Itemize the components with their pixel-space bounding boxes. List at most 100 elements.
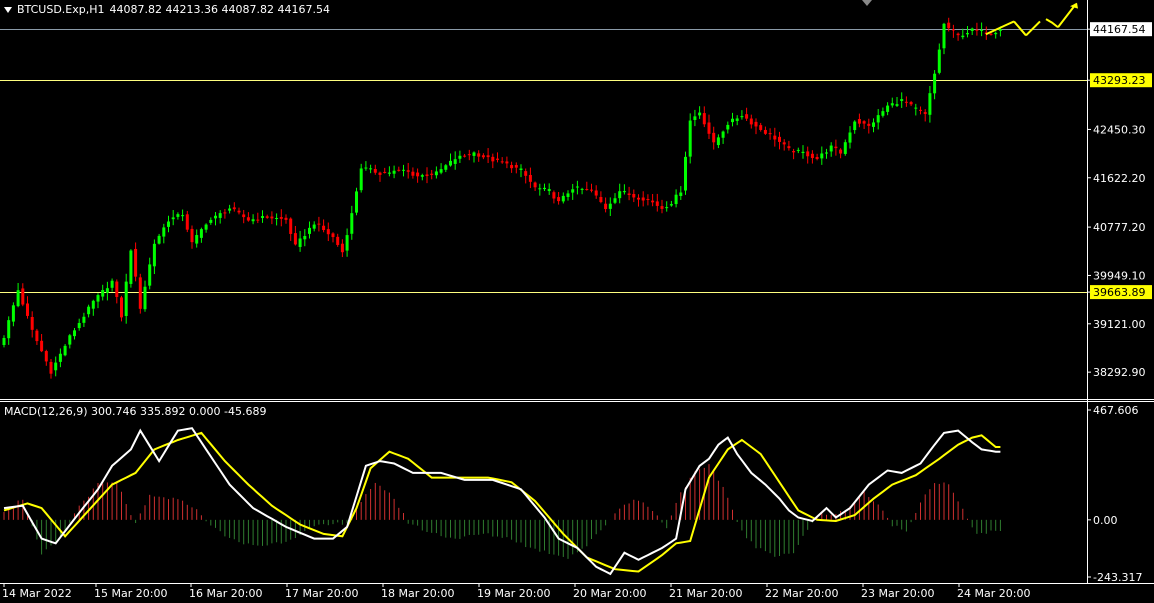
chevron-down-icon[interactable]	[4, 6, 12, 13]
candle-bear	[30, 316, 34, 330]
candle-bull	[575, 186, 579, 188]
candle-bear	[641, 197, 645, 201]
macd-tick-label: 467.606	[1093, 404, 1139, 417]
candle-bear	[326, 229, 330, 235]
candle-bull	[853, 121, 857, 131]
time-tick-label: 15 Mar 20:00	[94, 587, 167, 600]
candle-bear	[467, 154, 471, 156]
candle-bear	[237, 210, 241, 213]
candle-bull	[195, 235, 199, 244]
candle-bull	[820, 153, 824, 159]
candle-bull	[152, 243, 156, 267]
candle-bear	[754, 121, 758, 127]
candle-bull	[580, 188, 584, 190]
candle-bear	[759, 125, 763, 130]
candle-bull	[209, 219, 213, 223]
candle-bull	[54, 362, 58, 371]
candle-bear	[49, 361, 53, 374]
candle-bear	[496, 158, 499, 160]
candle-bear	[514, 165, 518, 168]
candle-bull	[214, 215, 217, 219]
candle-bull	[980, 29, 984, 31]
candle-bear	[223, 212, 227, 214]
candle-bull	[303, 236, 307, 240]
candle-bear	[923, 112, 927, 114]
candle-bull	[721, 131, 725, 138]
candle-bull	[105, 288, 109, 293]
candle-bull	[998, 29, 1002, 31]
candle-bear	[947, 22, 951, 29]
candle-bull	[124, 281, 128, 317]
candle-bear	[331, 233, 335, 238]
candle-bear	[590, 189, 593, 191]
candle-bull	[261, 216, 264, 218]
chart-shift-marker-icon[interactable]	[862, 0, 872, 6]
candle-bull	[2, 337, 6, 346]
candle-bear	[646, 198, 650, 200]
candle-bull	[796, 149, 800, 151]
candle-bull	[698, 112, 702, 116]
candle-bull	[355, 191, 358, 213]
candle-bear	[510, 165, 514, 169]
time-tick-label: 23 Mar 20:00	[861, 587, 934, 600]
candle-bear	[477, 153, 481, 157]
candle-bear	[712, 132, 716, 143]
candle-bear	[919, 109, 922, 111]
time-tick-label: 18 Mar 20:00	[381, 587, 454, 600]
candle-bull	[618, 191, 622, 199]
candle-bear	[975, 29, 979, 31]
candle-bear	[279, 217, 283, 219]
candle-bear	[951, 29, 955, 31]
candle-bull	[613, 198, 617, 203]
time-tick-label: 20 Mar 20:00	[573, 587, 646, 600]
candle-bull	[228, 208, 232, 211]
candle-bear	[115, 281, 119, 297]
candle-bear	[909, 102, 913, 105]
candle-bull	[157, 235, 161, 244]
candle-bear	[857, 119, 861, 124]
candle-bull	[933, 73, 937, 94]
candle-bear	[246, 217, 250, 221]
candle-bull	[308, 227, 311, 234]
candle-bull	[434, 171, 438, 176]
candle-bull	[101, 290, 105, 297]
symbol-label: BTCUSD.Exp,H1	[17, 3, 105, 16]
candle-bull	[928, 93, 932, 115]
candle-bear	[655, 201, 659, 206]
candle-bull	[7, 320, 11, 339]
candle-bull	[726, 124, 730, 130]
candle-bear	[397, 169, 401, 171]
candle-bear	[293, 233, 297, 245]
candle-bear	[120, 297, 123, 318]
ohlc-values: 44087.82 44213.36 44087.82 44167.54	[109, 3, 330, 16]
candle-bear	[651, 200, 655, 203]
candle-bull	[176, 214, 180, 217]
candle-bull	[298, 238, 302, 247]
candle-bull	[387, 172, 391, 174]
time-tick-label: 16 Mar 20:00	[189, 587, 262, 600]
candle-bull	[543, 187, 546, 190]
candle-bear	[815, 157, 819, 159]
time-tick-label: 19 Mar 20:00	[477, 587, 550, 600]
candle-bear	[40, 340, 44, 352]
candle-bull	[204, 224, 208, 230]
candle-bear	[500, 161, 504, 163]
candle-bull	[876, 115, 880, 123]
candle-bull	[91, 300, 95, 309]
candle-bull	[716, 137, 720, 146]
candle-bull	[472, 152, 476, 156]
candle-bear	[637, 197, 640, 200]
candle-bull	[843, 142, 847, 154]
candle-bull	[96, 295, 100, 302]
candle-bull	[566, 193, 570, 197]
candle-bull	[444, 165, 448, 170]
candle-bull	[199, 229, 203, 238]
candle-bear	[862, 121, 866, 124]
candle-bear	[270, 216, 274, 219]
candle-bull	[735, 118, 739, 121]
candle-bear	[26, 303, 29, 316]
macd-tick-label: 0.00	[1093, 514, 1118, 527]
candle-bear	[289, 218, 293, 234]
candle-bull	[688, 120, 692, 157]
candle-bull	[538, 188, 542, 190]
